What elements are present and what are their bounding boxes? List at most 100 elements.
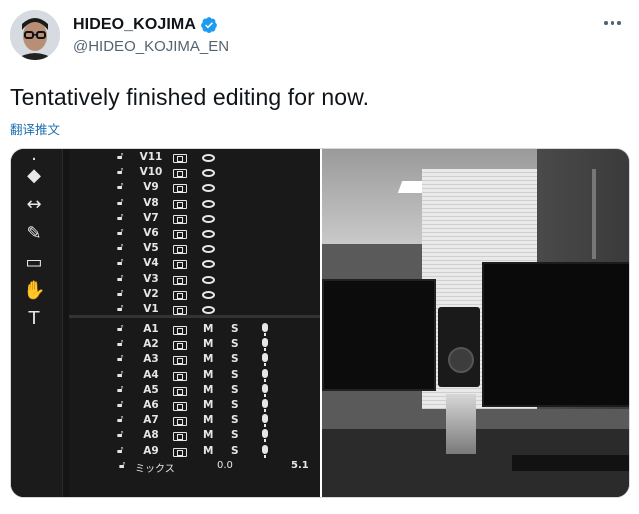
solo-label: S: [231, 368, 239, 381]
track-name: V7: [143, 211, 159, 224]
track-name: V1: [143, 303, 159, 315]
lock-icon: 🔓︎: [119, 460, 126, 471]
track-name: A7: [143, 414, 159, 427]
video-track-row: 🔓︎ V8: [69, 197, 320, 212]
lock-icon: 🔓︎: [117, 166, 124, 178]
translate-tweet-link[interactable]: 翻译推文: [10, 119, 60, 138]
mute-label: M: [203, 353, 214, 366]
lock-icon: 🔓︎: [117, 211, 124, 223]
track-name: A3: [143, 353, 159, 366]
sync-lock-icon: [173, 306, 187, 315]
mic-icon: [261, 323, 269, 337]
plant: [592, 169, 596, 259]
mute-label: M: [203, 429, 214, 442]
track-name: V5: [143, 242, 159, 255]
sync-lock-icon: [173, 447, 187, 457]
eye-icon: [202, 275, 215, 284]
audio-track-row: 🔓︎ A6 M S: [69, 399, 320, 414]
track-name: V8: [143, 196, 159, 209]
eye-icon: [202, 230, 215, 238]
solo-label: S: [231, 414, 239, 427]
mic-icon: [261, 338, 269, 352]
video-track-row: 🔓︎ V6: [69, 227, 320, 242]
audio-track-row: 🔓︎ A2 M S: [69, 338, 320, 353]
eye-icon: [202, 169, 215, 178]
solo-label: S: [231, 444, 239, 457]
sync-lock-icon: [173, 326, 187, 335]
mute-label: M: [203, 414, 214, 427]
audio-track-row: 🔓︎ A7 M S: [69, 414, 320, 429]
audio-track-row: 🔓︎ A3 M S: [69, 353, 320, 368]
left-monitor: [322, 279, 436, 391]
sync-lock-icon: [173, 260, 187, 270]
editor-screenshot-image[interactable]: · ◆ ↔ ✎ ▭ ✋ T 🔓︎ ミックス 0.0 5.1 🔓︎ V11 🔓︎ V10…: [11, 149, 320, 497]
track-name: A6: [143, 399, 159, 411]
lock-icon: 🔓︎: [117, 242, 124, 254]
sync-lock-icon: [173, 230, 187, 239]
track-name: A5: [143, 383, 159, 396]
ripple-edit-tool-icon: ◆: [27, 165, 41, 186]
editor-toolbar: · ◆ ↔ ✎ ▭ ✋ T: [11, 149, 63, 497]
tweet-header: HIDEO_KOJIMA @HIDEO_KOJIMA_EN: [10, 10, 630, 62]
solo-label: S: [231, 353, 239, 366]
eye-icon: [202, 260, 215, 269]
eye-icon: [202, 214, 215, 223]
lock-icon: 🔓︎: [117, 353, 124, 365]
lock-icon: 🔓︎: [117, 303, 124, 314]
mute-label: M: [203, 399, 214, 411]
sync-lock-icon: [173, 341, 187, 351]
avatar[interactable]: [10, 10, 60, 60]
mic-icon: [261, 444, 269, 459]
avatar-image: [10, 10, 60, 60]
track-name: V11: [139, 151, 163, 163]
video-track-row: 🔓︎ V2: [69, 288, 320, 303]
eye-icon: [202, 184, 215, 193]
audio-track-row: 🔓︎ A4 M S: [69, 368, 320, 384]
mix-channels: 5.1: [291, 460, 309, 471]
office-desk-photo[interactable]: [322, 149, 629, 497]
pen-tool-icon: ✎: [26, 223, 42, 244]
author-handle[interactable]: @HIDEO_KOJIMA_EN: [73, 38, 229, 55]
sync-lock-icon: [173, 184, 187, 194]
lock-icon: 🔓︎: [117, 338, 124, 350]
video-track-row: 🔓︎ V9: [69, 181, 320, 196]
video-track-row: 🔓︎ V7: [69, 212, 320, 227]
sync-lock-icon: [173, 432, 187, 442]
mic-icon: [261, 353, 269, 367]
slip-tool-icon: ↔: [26, 194, 42, 215]
track-name: V10: [139, 166, 163, 179]
lock-icon: 🔓︎: [117, 429, 124, 441]
tweet-media[interactable]: · ◆ ↔ ✎ ▭ ✋ T 🔓︎ ミックス 0.0 5.1 🔓︎ V11 🔓︎ V10…: [10, 148, 630, 498]
sync-lock-icon: [173, 386, 187, 396]
track-name: A4: [143, 368, 159, 381]
track-name: V3: [143, 272, 159, 285]
lock-icon: 🔓︎: [117, 383, 124, 395]
sync-lock-icon: [173, 402, 187, 411]
audio-track-row: 🔓︎ A5 M S: [69, 383, 320, 399]
audio-track-row: 🔓︎ A8 M S: [69, 429, 320, 444]
mute-label: M: [203, 338, 214, 351]
sync-lock-icon: [173, 290, 187, 300]
tweet-text: Tentatively finished editing for now.: [10, 84, 370, 110]
track-name: A9: [143, 444, 159, 457]
mic-icon: [261, 429, 269, 443]
mic-icon: [261, 414, 269, 428]
track-name: V2: [143, 287, 159, 300]
video-track-row: 🔓︎ V11: [69, 151, 320, 166]
eye-icon: [202, 154, 215, 162]
lock-icon: 🔓︎: [117, 287, 124, 299]
track-name: A2: [143, 338, 159, 351]
lock-icon: 🔓︎: [117, 444, 124, 456]
right-monitor: [482, 262, 629, 407]
sync-lock-icon: [173, 199, 187, 209]
track-name: V4: [143, 257, 159, 270]
keyboard: [512, 455, 629, 471]
author-display-name[interactable]: HIDEO_KOJIMA: [73, 16, 196, 34]
speaker: [438, 307, 480, 387]
more-options-icon[interactable]: [604, 16, 626, 30]
mix-value: 0.0: [217, 460, 233, 471]
mix-label: ミックス: [135, 464, 175, 475]
eye-icon: [202, 306, 215, 314]
track-name: V9: [143, 181, 159, 194]
author-names: HIDEO_KOJIMA @HIDEO_KOJIMA_EN: [73, 16, 229, 55]
